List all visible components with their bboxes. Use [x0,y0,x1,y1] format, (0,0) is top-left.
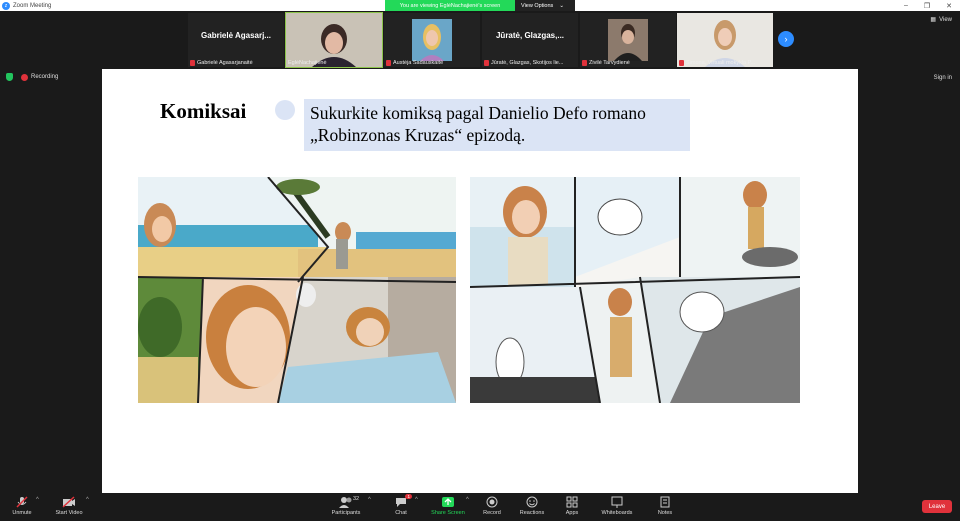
grid-icon: ▦ [930,17,937,23]
mic-muted-icon [386,60,391,66]
apps-button[interactable]: Apps [550,495,594,516]
reactions-icon [526,495,538,509]
task-line-2: „Robinzonas Kruzas“ epizodą. [310,125,526,145]
share-screen-label: Share Screen [431,510,465,516]
minimize-icon[interactable]: – [904,2,908,9]
share-screen-icon [442,495,454,509]
reactions-button[interactable]: Reactions [510,495,554,516]
share-screen-button[interactable]: Share Screen [426,495,470,516]
participant-tile[interactable]: Živilė Tarvydienė [580,13,676,67]
viewing-banner: You are viewing EglėNachajienė's screen [385,0,515,11]
chat-icon: 1 [395,494,412,509]
participant-video [384,13,480,67]
participant-tile[interactable]: Austėja Sadauskaitė [384,13,480,67]
security-shield-icon[interactable] [6,73,13,81]
participant-tile[interactable]: Gabrielė Agasarj... Gabrielė Agasarjanai… [188,13,284,67]
view-button-label: View [939,16,952,23]
slide-title: Komiksai [160,99,247,123]
task-text-box: Sukurkite komiksą pagal Danielio Defo ro… [304,99,690,151]
notes-label: Notes [657,510,673,516]
chat-label: Chat [395,510,407,516]
participant-tile[interactable]: Jūratė, Glazgas,... Jūratė, Glazgas, Ško… [482,13,578,67]
participant-label-text: Austėja Sadauskaitė [393,60,444,66]
participant-tile-speaker[interactable]: EglėNachajienė [285,12,383,68]
chat-badge: 1 [405,494,412,499]
mic-muted-icon [484,60,489,66]
mic-muted-icon [582,60,587,66]
sign-in-link[interactable]: Sign in [934,75,952,81]
participant-label: Živilė Tarvydienė [582,60,630,66]
record-icon [486,495,498,509]
audio-options-caret-icon[interactable]: ^ [36,497,39,503]
video-gallery-strip: ▦ View Gabrielė Agasarj... Gabrielė Agas… [0,11,960,69]
record-dot-icon [21,73,28,81]
participant-label-text: Simona, Virtuali mokykla P... [686,60,756,66]
task-line-1: Sukurkite komiksą pagal Danielio Defo ro… [310,103,646,123]
participant-label-text: Gabrielė Agasarjanaitė [197,60,253,66]
apps-icon [566,495,578,509]
participants-caret-icon[interactable]: ^ [368,497,371,503]
meeting-status: Recording [6,73,58,81]
view-button[interactable]: ▦ View [930,16,952,24]
zoom-logo-icon: z [2,1,10,10]
participant-name-display: Jūratė, Glazgas,... [495,31,565,40]
record-button[interactable]: Record [470,495,514,516]
participant-label: Simona, Virtuali mokykla P... [679,60,755,66]
participant-label-text: EglėNachajienė [288,60,327,66]
participants-label: Participants [331,510,361,516]
apps-label: Apps [565,510,579,516]
participant-tile[interactable]: Simona, Virtuali mokykla P... [677,13,773,67]
video-off-icon [62,495,76,509]
video-options-caret-icon[interactable]: ^ [86,497,89,503]
notes-button[interactable]: Notes [643,495,687,516]
zoom-window: z Zoom Meeting You are viewing EglėNacha… [0,0,960,521]
record-label: Record [483,510,501,516]
view-options-button[interactable]: View Options ⌄ [515,0,575,11]
mic-muted-icon [16,495,28,509]
comic-image-left [138,177,456,403]
participant-video [286,13,382,67]
meeting-toolbar: Unmute ^ Start Video ^ 32 Participants ^… [0,493,960,521]
mic-muted-icon [679,60,684,66]
recording-indicator: Recording [21,73,59,81]
participant-label: EglėNachajienė [288,60,327,66]
window-controls: – ❐ ✕ [904,0,952,11]
restore-icon[interactable]: ❐ [924,2,930,10]
participant-video [580,13,676,67]
participant-label-text: Jūratė, Glazgas, Škotijos lie... [491,60,564,66]
start-video-label: Start Video [55,510,83,516]
reactions-label: Reactions [519,510,545,516]
comic-image-right [470,177,800,403]
whiteboards-button[interactable]: Whiteboards [595,495,639,516]
recording-label: Recording [31,74,59,80]
participants-count: 32 [353,496,360,502]
participant-video [677,13,773,67]
chat-caret-icon[interactable]: ^ [415,497,418,503]
close-icon[interactable]: ✕ [946,2,952,10]
participant-label: Austėja Sadauskaitė [386,60,443,66]
window-title: Zoom Meeting [13,2,52,9]
participant-label: Jūratė, Glazgas, Škotijos lie... [484,60,563,66]
next-page-icon[interactable]: › [778,31,794,47]
bullet-circle-icon [275,100,295,120]
leave-button[interactable]: Leave [922,500,952,513]
participant-label: Gabrielė Agasarjanaitė [190,60,253,66]
share-caret-icon[interactable]: ^ [466,497,469,503]
participants-icon: 32 [339,495,359,509]
chevron-down-icon: ⌄ [559,2,564,9]
whiteboard-icon [611,495,623,509]
view-options-label: View Options [521,2,554,9]
notes-icon [659,495,671,509]
unmute-label: Unmute [12,510,32,516]
participant-label-text: Živilė Tarvydienė [589,60,630,66]
participants-button[interactable]: 32 Participants [324,495,368,516]
mic-muted-icon [190,60,195,66]
start-video-button[interactable]: Start Video [47,495,91,516]
participant-name-display: Gabrielė Agasarj... [201,31,271,40]
shared-screen-slide: Komiksai Sukurkite komiksą pagal Danieli… [102,69,858,493]
whiteboards-label: Whiteboards [601,510,633,516]
